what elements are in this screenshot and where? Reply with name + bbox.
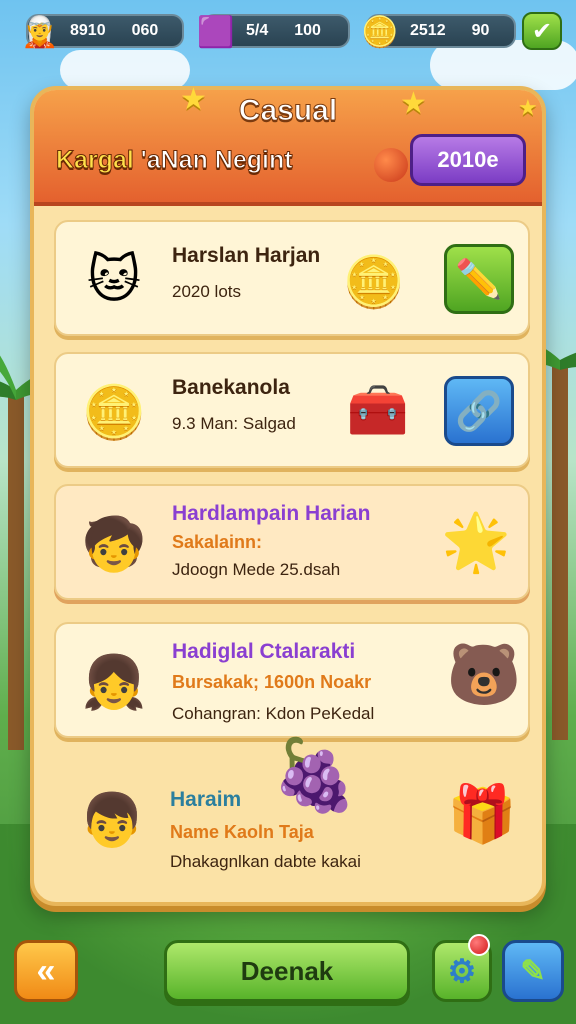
coin-stack-icon: 🪙 <box>342 252 406 311</box>
value-pill-button[interactable]: 2010e <box>410 134 526 186</box>
explorer-girl-avatar: 👧 <box>81 652 147 713</box>
boy-hero-avatar: 🧒 <box>81 514 147 575</box>
list-item[interactable]: 🧒 Hardlampain Harian Sakalainn: Jdoogn M… <box>54 484 530 600</box>
resource-gems[interactable]: 🟪 5/4 100 <box>197 14 350 49</box>
resource-value: 2512 <box>410 22 446 39</box>
gear-icon: ⚙ <box>447 953 477 989</box>
resource-value: 8910 <box>70 22 106 39</box>
star-badge-icon: 🌟 <box>441 510 511 575</box>
back-button[interactable]: « <box>14 940 78 1002</box>
panel-subtitle: Kargal 'aNan Negint <box>56 146 294 175</box>
item-subtitle: Name Kaoln Taja <box>170 822 314 842</box>
item-title: Hadiglal Ctalarakti <box>172 640 356 663</box>
cloud <box>60 50 190 90</box>
item-subtitle: 2020 lots <box>172 282 241 301</box>
hero-icon: 🧝 <box>21 15 59 49</box>
gift-box-icon: 🎁 <box>447 782 517 847</box>
top-bar: 🧝 8910 060 🟪 5/4 100 🪙 2512 90 ✔ <box>14 10 562 52</box>
item-detail: Jdoogn Mede 25.dsah <box>172 560 341 579</box>
main-panel: ★ ★ ★ Casual Kargal 'aNan Negint 2010e 🐱… <box>30 82 546 906</box>
pencil-icon: ✎ <box>520 954 546 988</box>
list-item[interactable]: 🐱 Harslan Harjan 2020 lots 🪙 ✏️ <box>54 220 530 336</box>
gem-icon: 🟪 <box>197 15 235 49</box>
resource-coins[interactable]: 🪙 2512 90 <box>361 14 516 49</box>
cat-girl-avatar: 🐱 <box>86 250 142 310</box>
item-title: Hardlampain Harian <box>172 502 371 525</box>
panel-header: ★ ★ ★ Casual Kargal 'aNan Negint 2010e <box>34 82 542 206</box>
item-title: Haraim <box>170 788 242 811</box>
treasure-chest-icon: 🧰 <box>346 380 410 439</box>
item-detail: Cohangran: Kdon PeKedal <box>172 704 375 723</box>
item-subtitle: Sakalainn: <box>172 532 263 552</box>
wand-tile-icon[interactable]: ✏️ <box>444 244 514 314</box>
notification-dot <box>468 934 490 956</box>
coin-icon: 🪙 <box>361 15 399 49</box>
checkmark-icon: ✔ <box>531 17 553 45</box>
item-subtitle: Bursakak; 1600n Noakr <box>172 672 372 692</box>
item-detail: Dhakagnlkan dabte kakai <box>170 852 361 871</box>
resource-value: 90 <box>471 22 490 39</box>
edit-button[interactable]: ✎ <box>502 940 564 1002</box>
confirm-button[interactable]: ✔ <box>522 12 562 50</box>
list-item[interactable]: 👧 Hadiglal Ctalarakti Bursakak; 1600n No… <box>54 622 530 738</box>
potion-bag-icon: 🍇 <box>271 733 359 816</box>
item-subtitle: 9.3 Man: Salgad <box>172 414 296 433</box>
soldier-boy-avatar: 👦 <box>79 790 145 851</box>
resource-value: 5/4 <box>246 22 269 39</box>
item-title: Banekanola <box>172 376 290 399</box>
orb-icon <box>374 148 408 182</box>
bear-icon: 🐻 <box>446 639 522 710</box>
panel-title: Casual <box>238 94 338 128</box>
gold-coin-icon: 🪙 <box>81 382 147 443</box>
resource-value: 100 <box>294 22 321 39</box>
resource-hero[interactable]: 🧝 8910 060 <box>21 14 184 49</box>
link-tile-icon[interactable]: 🔗 <box>444 376 514 446</box>
item-title: Harslan Harjan <box>172 244 321 267</box>
resource-value: 060 <box>131 22 159 39</box>
main-action-button[interactable]: Deenak <box>164 940 410 1002</box>
list-item[interactable]: 🪙 Banekanola 9.3 Man: Salgad 🧰 🔗 <box>54 352 530 468</box>
